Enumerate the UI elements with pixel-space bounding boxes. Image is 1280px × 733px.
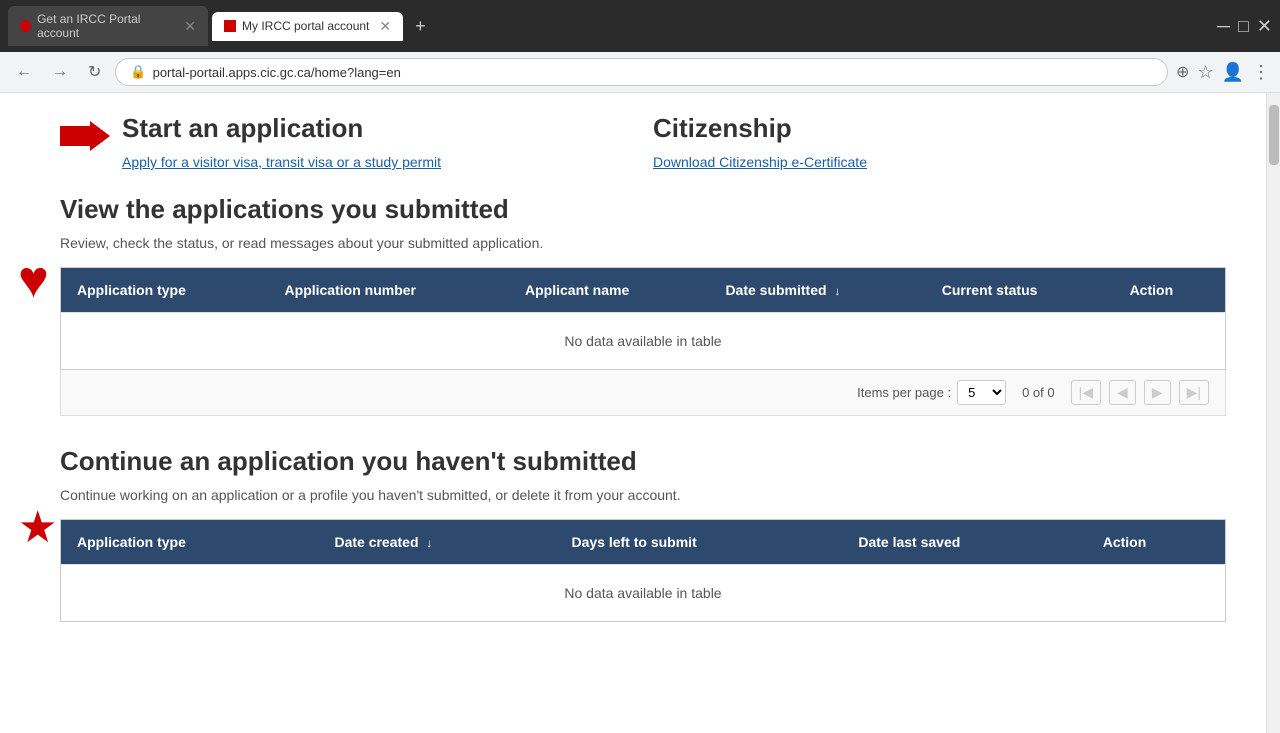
address-text: portal-portail.apps.cic.gc.ca/home?lang=… — [153, 65, 1153, 80]
items-per-page-section: Items per page : 5 10 25 — [857, 380, 1006, 405]
extensions-icon: ⊕ — [1176, 62, 1189, 82]
col-applicant-name: Applicant name — [509, 268, 709, 313]
refresh-button[interactable]: ↻ — [82, 58, 107, 86]
view-applications-section: ♥ View the applications you submitted Re… — [60, 194, 1226, 416]
menu-icon[interactable]: ⋮ — [1252, 62, 1270, 83]
tab-label-1: Get an IRCC Portal account — [37, 12, 174, 40]
tab-get-ircc[interactable]: Get an IRCC Portal account ✕ — [8, 6, 208, 46]
forward-button[interactable]: → — [46, 59, 74, 85]
scrollbar[interactable] — [1266, 93, 1280, 733]
col2-days-left: Days left to submit — [555, 520, 842, 565]
address-bar[interactable]: 🔒 portal-portail.apps.cic.gc.ca/home?lan… — [115, 58, 1168, 86]
citizenship-title: Citizenship — [653, 113, 1226, 144]
items-per-page-label: Items per page : — [857, 385, 951, 400]
col2-date-created[interactable]: Date created ↓ — [318, 520, 555, 565]
close-tab-1[interactable]: ✕ — [184, 18, 196, 35]
submitted-applications-table: Application type Application number Appl… — [60, 267, 1226, 370]
prev-page-button[interactable]: ◀ — [1109, 380, 1136, 405]
pagination-info: 0 of 0 — [1022, 385, 1055, 400]
heart-decoration: ♥ — [18, 254, 49, 306]
arrow-decoration — [60, 121, 110, 154]
col-application-type: Application type — [61, 268, 269, 313]
per-page-select[interactable]: 5 10 25 — [957, 380, 1006, 405]
lock-icon: 🔒 — [130, 64, 146, 80]
tab-my-ircc[interactable]: My IRCC portal account ✕ — [212, 12, 403, 41]
continue-application-section: ★ Continue an application you haven't su… — [60, 446, 1226, 622]
close-tab-2[interactable]: ✕ — [379, 18, 391, 35]
empty-message: No data available in table — [61, 313, 1226, 370]
profile-icon[interactable]: 👤 — [1222, 62, 1244, 83]
tab-label-2: My IRCC portal account — [242, 19, 369, 33]
col-application-number: Application number — [269, 268, 509, 313]
table-row: No data available in table — [61, 313, 1226, 370]
tab-favicon-2 — [224, 20, 236, 32]
col2-action: Action — [1087, 520, 1226, 565]
bookmark-icon[interactable]: ☆ — [1197, 62, 1213, 83]
col-current-status: Current status — [926, 268, 1114, 313]
view-applications-desc: Review, check the status, or read messag… — [60, 235, 1226, 251]
table-row: No data available in table — [61, 565, 1226, 622]
citizenship-link[interactable]: Download Citizenship e-Certificate — [653, 154, 867, 170]
next-page-button[interactable]: ▶ — [1144, 380, 1171, 405]
apply-link[interactable]: Apply for a visitor visa, transit visa o… — [122, 154, 441, 170]
start-application-section: Start an application Apply for a visitor… — [122, 113, 441, 170]
citizenship-section: Citizenship Download Citizenship e-Certi… — [653, 113, 1226, 170]
back-button[interactable]: ← — [10, 59, 38, 85]
col2-application-type: Application type — [61, 520, 319, 565]
star-decoration: ★ — [18, 506, 57, 550]
scrollbar-thumb[interactable] — [1269, 105, 1279, 165]
col-action: Action — [1114, 268, 1226, 313]
last-page-button[interactable]: ▶| — [1179, 380, 1209, 405]
continue-application-title: Continue an application you haven't subm… — [60, 446, 1226, 477]
new-tab-button[interactable]: + — [407, 14, 434, 39]
first-page-button[interactable]: |◀ — [1071, 380, 1101, 405]
tab-favicon-1 — [20, 20, 31, 32]
maximize-button[interactable]: □ — [1238, 16, 1249, 37]
continue-application-desc: Continue working on an application or a … — [60, 487, 1226, 503]
col2-date-last-saved: Date last saved — [842, 520, 1086, 565]
sort2-desc-icon: ↓ — [426, 536, 432, 550]
sort-desc-icon: ↓ — [834, 284, 840, 298]
unsubmitted-applications-table: Application type Date created ↓ Days lef… — [60, 519, 1226, 622]
empty-message-2: No data available in table — [61, 565, 1226, 622]
view-applications-title: View the applications you submitted — [60, 194, 1226, 225]
minimize-button[interactable]: ─ — [1217, 16, 1230, 37]
start-application-title: Start an application — [122, 113, 441, 144]
col-date-submitted[interactable]: Date submitted ↓ — [709, 268, 925, 313]
close-window-button[interactable]: ✕ — [1257, 16, 1272, 37]
